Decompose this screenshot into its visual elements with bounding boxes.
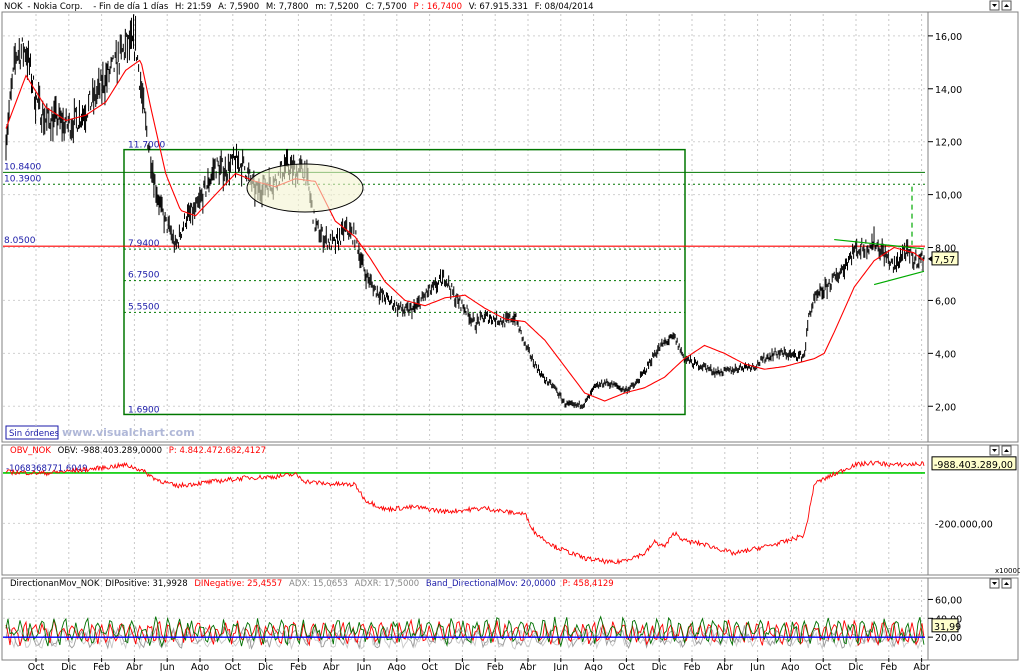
- header-date: F: 08/04/2014: [535, 2, 594, 12]
- fib-low-label: 1.6900: [128, 405, 160, 415]
- chart-window: NOK - Nokia Corp. - Fin de día 1 días H:…: [0, 0, 1020, 671]
- y-tick-label: 16,00: [935, 32, 962, 43]
- x-tick-label: Ago: [781, 662, 800, 671]
- x-tick-label: Feb: [487, 662, 504, 671]
- header-period: - Fin de día 1 días: [93, 2, 169, 12]
- x-tick-label: Oct: [618, 662, 635, 671]
- x-tick-label: Ago: [388, 662, 407, 671]
- y-tick-label: 4,00: [935, 349, 956, 360]
- obv-scale-label: x10000: [995, 567, 1020, 575]
- fib-level-label: 6.7500: [128, 271, 160, 281]
- x-tick-label: Abr: [520, 662, 537, 671]
- dmi-y-tick-label: 60,00: [935, 595, 962, 606]
- dmi-band: Band_DirectionalMov: 20,0000: [426, 579, 556, 589]
- obv-name: OBV_NOK: [10, 446, 51, 456]
- header-hour: H: 21:59: [175, 2, 211, 12]
- x-tick-label: Oct: [225, 662, 242, 671]
- x-tick-label: Feb: [93, 662, 110, 671]
- x-tick-label: Dic: [848, 662, 863, 671]
- level-label: 8.0500: [4, 236, 36, 246]
- obv-perf: P: 4.842.472.682,4127: [169, 446, 266, 456]
- y-tick-label: 2,00: [935, 402, 956, 413]
- dmi-last-label: 31,99: [934, 622, 961, 633]
- header-open: A: 7,5900: [218, 2, 259, 12]
- x-tick-label: Oct: [421, 662, 438, 671]
- obv-header: OBV_NOK OBV: -988.403.289,0000 P: 4.842.…: [10, 446, 266, 456]
- header-symbol: NOK: [4, 2, 23, 12]
- header-bar: NOK - Nokia Corp. - Fin de día 1 días H:…: [4, 2, 594, 12]
- header-high: M: 7,7800: [266, 2, 309, 12]
- x-tick-label: Feb: [880, 662, 897, 671]
- x-tick-label: Oct: [815, 662, 832, 671]
- y-tick-label: 6,00: [935, 296, 956, 307]
- highlight-ellipse: [246, 163, 364, 213]
- x-tick-label: Ago: [191, 662, 210, 671]
- fib-level-label: 7.9400: [128, 239, 160, 249]
- dmi-perf: P: 458,4129: [562, 579, 613, 589]
- x-tick-label: Ago: [584, 662, 603, 671]
- dmi-din: DINegative: 25,4557: [194, 579, 282, 589]
- x-tick-label: Dic: [61, 662, 76, 671]
- x-tick-label: Dic: [258, 662, 273, 671]
- y-tick-label: 14,00: [935, 85, 962, 96]
- dmi-adx: ADX: 15,0653: [289, 579, 348, 589]
- level-label: 10.3900: [4, 174, 41, 184]
- last-price-label: 7,57: [934, 255, 955, 266]
- x-tick-label: Dic: [455, 662, 470, 671]
- x-tick-label: Feb: [290, 662, 307, 671]
- price-axis: [927, 11, 1019, 443]
- level-label: 10.8400: [4, 162, 41, 172]
- header-close: C: 7,5700: [365, 2, 406, 12]
- chart-canvas: NOK - Nokia Corp. - Fin de día 1 días H:…: [1, 0, 1020, 671]
- dmi-dip: DIPositive: 31,9928: [105, 579, 188, 589]
- dmi-y-tick-label: 20,00: [935, 633, 962, 644]
- x-tick-label: Feb: [684, 662, 701, 671]
- x-tick-label: Jun: [749, 662, 765, 671]
- x-tick-label: Oct: [28, 662, 45, 671]
- x-tick-label: Abr: [126, 662, 143, 671]
- x-tick-label: Jun: [159, 662, 175, 671]
- x-tick-label: Jun: [552, 662, 568, 671]
- obv-last-label: -988.403.289,00: [934, 460, 1013, 471]
- x-tick-label: Abr: [717, 662, 734, 671]
- header-name: - Nokia Corp.: [27, 2, 82, 12]
- x-tick-label: Jun: [356, 662, 372, 671]
- sin-ordenes-label[interactable]: Sin órdenes: [9, 428, 60, 439]
- dmi-header: DirectionanMov_NOK DIPositive: 31,9928 D…: [10, 579, 614, 589]
- header-volume: V: 67.915.331: [469, 2, 528, 12]
- x-tick-label: Dic: [652, 662, 667, 671]
- sin-ordenes-badge[interactable]: Sin órdenes: [5, 425, 60, 440]
- header-perf: P : 16,7400: [413, 2, 462, 12]
- fib-level-label: 5.5500: [128, 302, 160, 312]
- x-tick-label: Abr: [323, 662, 340, 671]
- x-tick-label: Abr: [913, 662, 930, 671]
- y-tick-label: 12,00: [935, 138, 962, 149]
- dmi-panel: [1, 577, 929, 661]
- dmi-name: DirectionanMov_NOK: [10, 579, 100, 589]
- watermark: www.visualchart.com: [62, 426, 195, 439]
- obv-y-tick-label: -200.000,00: [935, 519, 993, 530]
- header-low: m: 7,5200: [315, 2, 359, 12]
- y-tick-label: 10,00: [935, 191, 962, 202]
- obv-value: OBV: -988.403.289,0000: [58, 446, 162, 456]
